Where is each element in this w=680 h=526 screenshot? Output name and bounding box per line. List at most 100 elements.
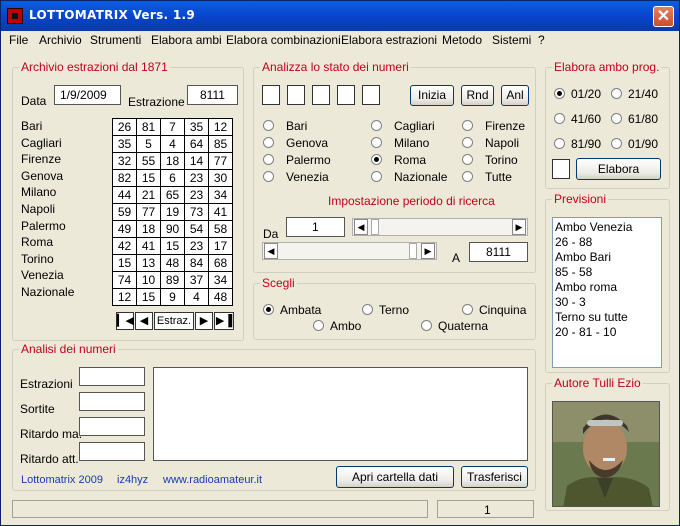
footer-website[interactable]: www.radioamateur.it	[163, 474, 262, 486]
ambo-radio-label: 01/90	[628, 137, 659, 151]
scegli-radio-button[interactable]	[313, 320, 324, 331]
menu-sistemi[interactable]: Sistemi	[492, 33, 531, 47]
menu-file[interactable]: File	[9, 33, 28, 47]
prev-button[interactable]: ◀	[135, 312, 153, 330]
next-button[interactable]: ▶	[195, 312, 213, 330]
menu-archivio[interactable]: Archivio	[39, 33, 82, 47]
ritardo-max-field[interactable]	[79, 417, 145, 436]
scroll-thumb[interactable]	[371, 219, 379, 235]
estratto-cell: 84	[184, 254, 209, 272]
ruota-radio-button[interactable]	[371, 137, 382, 148]
analisi-output[interactable]	[153, 367, 528, 461]
menu-elabora-combinazioni[interactable]: Elabora combinazioni	[226, 33, 341, 47]
first-button[interactable]: ▎◀	[116, 312, 134, 330]
number-box-3[interactable]	[312, 85, 330, 105]
ruota-label: Roma	[21, 235, 54, 250]
status-value: 1	[484, 503, 491, 517]
scroll-left-icon[interactable]: ◀	[354, 219, 368, 235]
ambo-radio-label: 81/90	[571, 137, 602, 151]
da-field[interactable]: 1	[286, 217, 345, 237]
estrazione-row: 26 81 7 35 12	[112, 118, 233, 136]
data-field[interactable]: 1/9/2009	[54, 85, 121, 105]
estratto-cell: 14	[184, 152, 209, 170]
estratto-cell: 35	[112, 135, 137, 153]
menu-metodo[interactable]: Metodo	[442, 33, 482, 47]
scroll-right-icon[interactable]: ▶	[421, 243, 435, 259]
ambo-radio-button[interactable]	[611, 113, 622, 124]
ritardo-max-label: Ritardo ma.	[20, 427, 83, 441]
ambo-radio-button[interactable]	[554, 113, 565, 124]
ruota-radio-label: Roma	[394, 153, 427, 167]
scroll-left-icon[interactable]: ◀	[264, 243, 278, 259]
number-box-2[interactable]	[287, 85, 305, 105]
scegli-radio-button[interactable]	[421, 320, 432, 331]
da-scrollbar[interactable]: ◀ ▶	[352, 218, 528, 236]
ruota-radio-button[interactable]	[371, 120, 382, 131]
ruota-radio-button[interactable]	[371, 154, 382, 165]
a-label: A	[452, 251, 461, 265]
ruota-radio-button[interactable]	[462, 171, 473, 182]
ruota-radio-button[interactable]	[462, 120, 473, 131]
ruota-label: Milano	[21, 185, 57, 200]
ambo-radio-button[interactable]	[611, 88, 622, 99]
ruota-radio-button[interactable]	[263, 171, 274, 182]
apri-cartella-button[interactable]: Apri cartella dati	[336, 466, 454, 488]
number-box-4[interactable]	[337, 85, 355, 105]
ambo-radio-button[interactable]	[611, 138, 622, 149]
estratto-cell: 81	[136, 118, 161, 136]
estratto-cell: 12	[208, 118, 233, 136]
estrazioni-field[interactable]	[79, 367, 145, 386]
inizia-button[interactable]: Inizia	[410, 85, 454, 106]
scegli-radio-button[interactable]	[362, 304, 373, 315]
estrazione-row: 44 21 65 23 34	[112, 186, 233, 204]
scegli-radio-button[interactable]	[462, 304, 473, 315]
scroll-right-icon[interactable]: ▶	[512, 219, 526, 235]
ruota-radio-button[interactable]	[462, 154, 473, 165]
ruota-radio-button[interactable]	[263, 120, 274, 131]
ruota-radio-button[interactable]	[263, 154, 274, 165]
estratto-cell: 77	[208, 152, 233, 170]
ambo-radio-button[interactable]	[554, 138, 565, 149]
close-button[interactable]: ✕	[653, 6, 674, 27]
number-box-1[interactable]	[262, 85, 280, 105]
analisi-title: Analisi dei numeri	[19, 342, 118, 356]
estrazione-field[interactable]: 8111	[187, 85, 238, 105]
menu-elabora-ambi[interactable]: Elabora ambi	[151, 33, 222, 47]
estratto-cell: 4	[160, 135, 185, 153]
number-box-5[interactable]	[362, 85, 380, 105]
scegli-radio-button[interactable]	[263, 304, 274, 315]
anl-button[interactable]: Anl	[501, 85, 529, 106]
last-button[interactable]: ▶▐	[214, 312, 234, 330]
window-title: LOTTOMATRIX Vers. 1.9	[29, 8, 196, 22]
previsioni-list[interactable]: Ambo Venezia 26 - 88 Ambo Bari 85 - 58 Ambo …	[552, 217, 662, 368]
trasferisci-button[interactable]: Trasferisci	[461, 466, 528, 488]
estratto-cell: 59	[112, 203, 137, 221]
ruota-radio-button[interactable]	[371, 171, 382, 182]
menu-bar: File Archivio Strumenti Elabora ambi Ela…	[1, 31, 679, 50]
estratto-cell: 15	[160, 237, 185, 255]
estratto-cell: 21	[136, 186, 161, 204]
estratto-cell: 15	[136, 288, 161, 306]
previsione-line: 30 - 3	[555, 295, 586, 309]
ritardo-att-field[interactable]	[79, 442, 145, 461]
elabora-button[interactable]: Elabora	[576, 158, 661, 180]
a-scrollbar[interactable]: ◀ ▶	[262, 242, 437, 260]
a-field[interactable]: 8111	[469, 242, 528, 262]
ambo-radio-label: 61/80	[628, 112, 659, 126]
scroll-thumb[interactable]	[409, 243, 417, 259]
sortite-field[interactable]	[79, 392, 145, 411]
analizza-title: Analizza lo stato dei numeri	[260, 60, 411, 74]
ruota-radio-button[interactable]	[462, 137, 473, 148]
estrazione-row: 42 41 15 23 17	[112, 237, 233, 255]
estratto-cell: 48	[208, 288, 233, 306]
estratto-cell: 19	[160, 203, 185, 221]
ruota-radio-button[interactable]	[263, 137, 274, 148]
ruota-label: Torino	[21, 251, 54, 266]
ambo-check-box[interactable]	[552, 159, 570, 179]
rnd-button[interactable]: Rnd	[461, 85, 494, 106]
menu-elabora-estrazioni[interactable]: Elabora estrazioni	[341, 33, 437, 47]
estratto-cell: 35	[184, 118, 209, 136]
menu-strumenti[interactable]: Strumenti	[90, 33, 141, 47]
menu-help[interactable]: ?	[538, 33, 545, 47]
ambo-radio-button[interactable]	[554, 88, 565, 99]
